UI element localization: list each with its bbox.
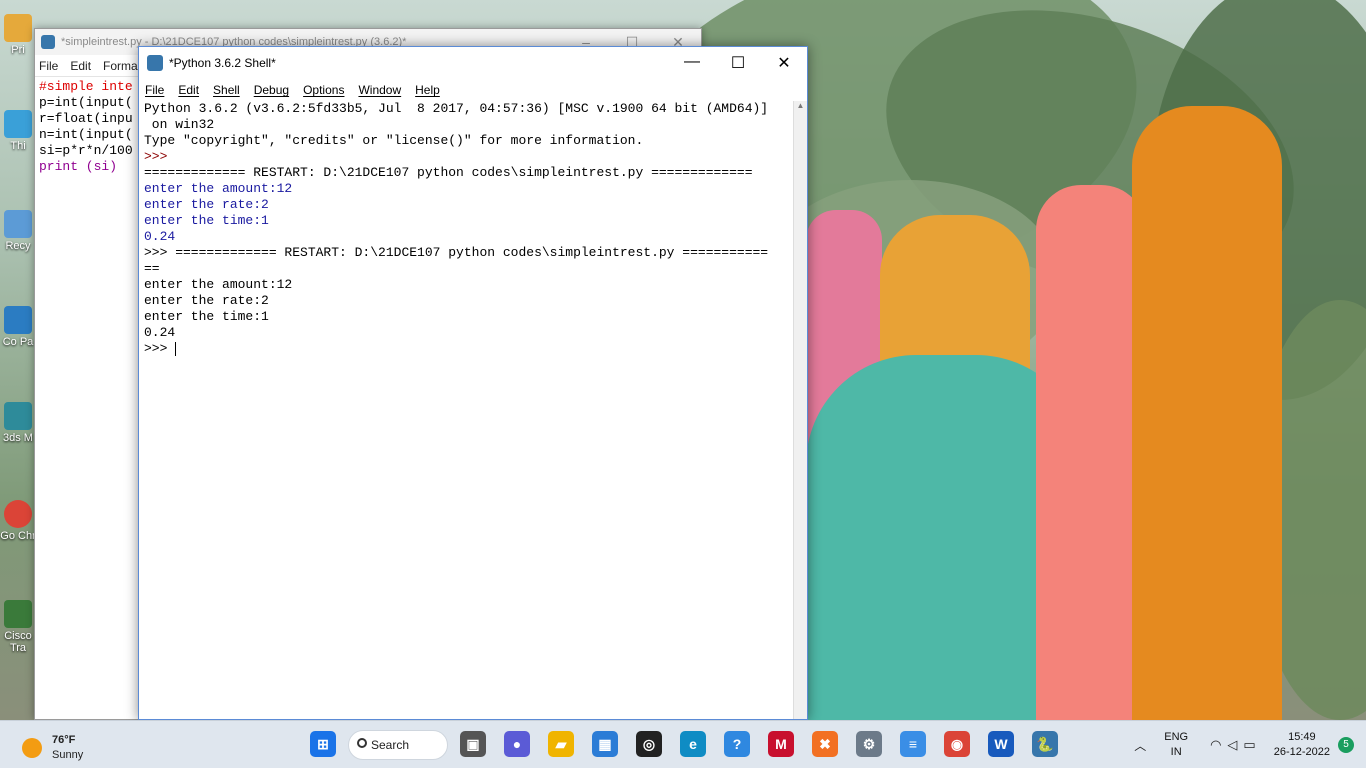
shell-line: == <box>144 261 160 276</box>
desktop-icon-label: Co Pa <box>2 336 34 348</box>
shell-line: ============= RESTART: D:\21DCE107 pytho… <box>144 165 753 180</box>
vertical-scrollbar[interactable]: ▲ <box>793 101 807 719</box>
start-button-icon[interactable]: ⊞ <box>310 731 336 757</box>
taskbar-search[interactable]: Search <box>348 730 448 760</box>
desktop-icon-label: Pri <box>11 44 25 56</box>
github-desktop-icon[interactable]: ◎ <box>636 731 662 757</box>
menu-debug[interactable]: Debug <box>254 83 289 97</box>
shell-line: >>> <box>144 341 177 356</box>
shell-title: *Python 3.6.2 Shell* <box>169 56 276 70</box>
file-explorer-icon[interactable]: ▰ <box>548 731 574 757</box>
chrome-icon <box>4 500 32 528</box>
search-icon <box>357 738 367 748</box>
zoom-app-icon[interactable]: ● <box>504 731 530 757</box>
edge-browser-icon[interactable]: e <box>680 731 706 757</box>
desktop-icon[interactable]: Cisco Tra <box>0 600 36 654</box>
maximize-button[interactable]: ☐ <box>715 53 761 73</box>
control-panel-icon <box>4 306 32 334</box>
menu-options[interactable]: Options <box>303 83 344 97</box>
shell-line: Python 3.6.2 (v3.6.2:5fd33b5, Jul 8 2017… <box>144 101 769 116</box>
desktop-icon-label: Cisco Tra <box>4 630 32 654</box>
notepad-app-icon[interactable]: ≡ <box>900 731 926 757</box>
menu-format[interactable]: Forma <box>103 59 138 73</box>
desktop-icon[interactable]: Go Chr <box>0 500 36 542</box>
desktop-icon-label: Recy <box>5 240 31 252</box>
lang-bottom: IN <box>1170 746 1182 758</box>
shell-line: on win32 <box>144 117 215 132</box>
shell-window[interactable]: *Python 3.6.2 Shell* — ☐ ✕ File Edit She… <box>138 46 808 720</box>
volume-icon[interactable]: ◁ <box>1227 737 1237 753</box>
shell-line: enter the amount:12 <box>144 277 293 292</box>
desktop-icon-label: Thi <box>10 140 26 152</box>
shell-line: enter the time:1 <box>144 309 269 324</box>
shell-line: enter the rate:2 <box>144 293 269 308</box>
weather-widget[interactable]: 76°F Sunny <box>22 733 83 763</box>
mcafee-app-icon[interactable]: M <box>768 731 794 757</box>
notification-badge[interactable]: 5 <box>1338 737 1354 753</box>
system-tray: ︿ ENG IN ◠ ◁ ▭ 15:49 26-12-2022 5 <box>1134 727 1354 763</box>
clock[interactable]: 15:49 26-12-2022 <box>1274 730 1330 760</box>
shell-line: enter the time:1 <box>144 213 269 228</box>
shell-line: 0.24 <box>144 325 176 340</box>
lang-top: ENG <box>1164 731 1189 743</box>
shell-line: 0.24 <box>144 229 176 244</box>
search-label: Search <box>371 738 410 752</box>
menu-help[interactable]: Help <box>415 83 440 97</box>
cisco-packet-tracer-icon <box>4 600 32 628</box>
sun-icon <box>22 738 42 758</box>
chrome-browser-icon[interactable]: ◉ <box>944 731 970 757</box>
shell-text: Python 3.6.2 (v3.6.2:5fd33b5, Jul 8 2017… <box>144 101 789 357</box>
shell-output-area[interactable]: Python 3.6.2 (v3.6.2:5fd33b5, Jul 8 2017… <box>139 101 793 719</box>
weather-temp: 76°F <box>52 734 76 746</box>
shell-line: >>> ============= RESTART: D:\21DCE107 p… <box>144 245 769 260</box>
menu-edit[interactable]: Edit <box>178 83 199 97</box>
language-indicator[interactable]: ENG IN <box>1164 730 1188 760</box>
recycle-bin-icon <box>4 210 32 238</box>
desktop-icon[interactable]: Recy <box>0 210 36 252</box>
battery-icon[interactable]: ▭ <box>1243 737 1255 753</box>
desktop-icon[interactable]: 3ds M <box>0 402 36 444</box>
folder-icon <box>4 14 32 42</box>
minimize-button[interactable]: — <box>669 53 715 73</box>
python-file-icon <box>41 35 55 49</box>
clock-time: 15:49 <box>1288 731 1316 743</box>
shell-line: enter the amount:12 <box>144 181 293 196</box>
menu-shell[interactable]: Shell <box>213 83 240 97</box>
text-cursor <box>175 341 177 356</box>
python-idle-icon[interactable]: 🐍 <box>1032 731 1058 757</box>
shell-line: >>> <box>144 149 176 164</box>
weather-desc: Sunny <box>52 749 84 761</box>
desktop-icon[interactable]: Thi <box>0 110 36 152</box>
menu-file[interactable]: File <box>145 83 164 97</box>
xampp-app-icon[interactable]: ✖ <box>812 731 838 757</box>
menu-window[interactable]: Window <box>358 83 401 97</box>
desktop-icon-label: 3ds M <box>3 432 33 444</box>
scroll-up-arrow-icon[interactable]: ▲ <box>794 101 807 115</box>
close-button[interactable]: ✕ <box>761 53 807 73</box>
menu-edit[interactable]: Edit <box>70 59 91 73</box>
desktop-icon[interactable]: Pri <box>0 14 36 56</box>
clock-date: 26-12-2022 <box>1273 746 1330 758</box>
desktop-icon-label: Go Chr <box>0 530 36 542</box>
help-app-icon[interactable]: ? <box>724 731 750 757</box>
shell-line: enter the rate:2 <box>144 197 269 212</box>
desktop-icon[interactable]: Co Pa <box>0 306 36 348</box>
chevron-up-icon[interactable]: ︿ <box>1134 737 1146 754</box>
python-shell-icon <box>147 55 163 71</box>
photo-person <box>1132 106 1282 720</box>
wifi-icon[interactable]: ◠ <box>1210 737 1221 753</box>
word-app-icon[interactable]: W <box>988 731 1014 757</box>
task-view-icon[interactable]: ▣ <box>460 731 486 757</box>
store-app-icon[interactable]: ▦ <box>592 731 618 757</box>
shell-line: Type "copyright", "credits" or "license(… <box>144 133 644 148</box>
photo-person <box>1036 185 1146 720</box>
shell-menubar: File Edit Shell Debug Options Window Hel… <box>139 79 807 101</box>
settings-app-icon[interactable]: ⚙ <box>856 731 882 757</box>
taskbar: 76°F Sunny Search ⊞ ▣ ● ▰ ▦ ◎ e? M ✖ ⚙ ≡ ◉ W 🐍 ︿ ENG … <box>0 720 1366 768</box>
shell-titlebar[interactable]: *Python 3.6.2 Shell* — ☐ ✕ <box>139 47 807 79</box>
menu-file[interactable]: File <box>39 59 58 73</box>
this-pc-icon <box>4 110 32 138</box>
3ds-max-icon <box>4 402 32 430</box>
